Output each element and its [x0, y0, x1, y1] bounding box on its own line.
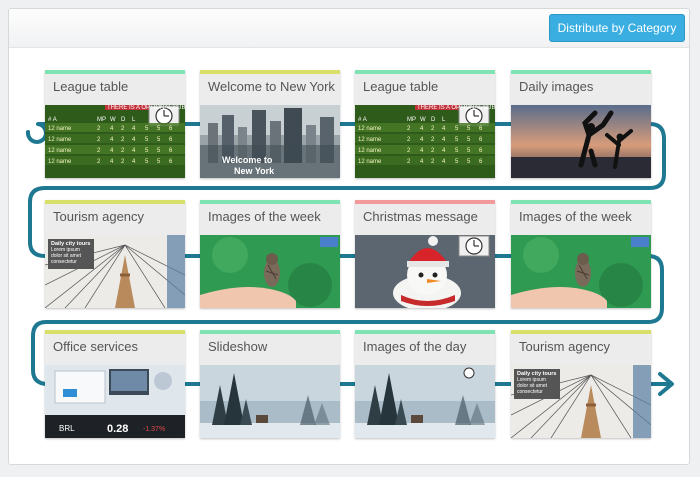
category-bar	[200, 200, 340, 204]
league-team-name: 12 name	[48, 126, 72, 132]
playlist-card[interactable]: League table # A MP W D L 12 name 2 4 2 4 5 5 6…	[45, 70, 185, 178]
playlist-card[interactable]: Slideshow	[200, 330, 340, 438]
svg-text:# A: # A	[358, 117, 367, 123]
card-title: Tourism agency	[519, 339, 611, 354]
thumbnail-forest	[355, 365, 495, 438]
thumbnail-bird	[200, 235, 340, 308]
league-team-name: 12 name	[358, 148, 382, 154]
thumbnail-forest	[200, 365, 340, 438]
svg-text:MP: MP	[407, 117, 416, 123]
card-title: Welcome to New York	[208, 79, 335, 94]
playlist-card[interactable]: Images of the week	[511, 200, 651, 308]
category-bar	[45, 70, 185, 74]
card-title: Images of the week	[208, 209, 321, 224]
thumbnail-bird	[511, 235, 651, 308]
league-banner: THERE IS A OPTIONAL SUBTITLE	[107, 105, 185, 111]
svg-text:MP: MP	[97, 117, 106, 123]
thumbnail-league-table: # A MP W D L 12 name 2 4 2 4 5 5 6 12 name 2 4 2 4 5 5…	[45, 105, 185, 178]
league-team-name: 12 name	[48, 159, 72, 165]
card-title: Images of the day	[363, 339, 467, 354]
thumbnail-bridge: Daily city tours Lorem ipsum dolor sit a…	[511, 365, 651, 438]
thumbnail-bridge: Daily city tours Lorem ipsum dolor sit a…	[45, 235, 185, 308]
category-bar	[355, 70, 495, 74]
playlist-card[interactable]: Images of the week	[200, 200, 340, 308]
category-bar	[200, 330, 340, 334]
card-title: Images of the week	[519, 209, 632, 224]
category-bar	[45, 200, 185, 204]
thumbnail-office: BRL 0.28 -1.37%	[45, 365, 185, 438]
category-bar	[511, 70, 651, 74]
playlist-card[interactable]: Images of the day	[355, 330, 495, 438]
category-bar	[355, 200, 495, 204]
card-title: Christmas message	[363, 209, 478, 224]
panel-header: Distribute by Category	[9, 9, 689, 48]
svg-text:D: D	[121, 117, 126, 123]
playlist-card[interactable]: Tourism agency Daily city tours Lorem ip…	[511, 330, 651, 438]
svg-text:D: D	[431, 117, 436, 123]
distribute-by-category-button[interactable]: Distribute by Category	[549, 14, 685, 42]
svg-text:BRL: BRL	[59, 424, 75, 433]
league-team-name: 12 name	[358, 159, 382, 165]
category-bar	[45, 330, 185, 334]
league-team-name: 12 name	[48, 148, 72, 154]
category-bar	[511, 200, 651, 204]
category-bar	[200, 70, 340, 74]
league-header: # A	[48, 117, 57, 123]
league-banner: THERE IS A OPTIONAL SUBTITLE	[417, 105, 495, 111]
thumbnail-sunset	[511, 105, 651, 178]
category-bar	[355, 330, 495, 334]
playlist-card[interactable]: Welcome to New York Welcome to New York	[200, 70, 340, 178]
card-title: League table	[363, 79, 439, 94]
card-title: Office services	[53, 339, 139, 354]
league-team-name: 12 name	[48, 137, 72, 143]
playlist-card[interactable]: Christmas message	[355, 200, 495, 308]
thumbnail-snowman	[355, 235, 495, 308]
playlist-card[interactable]: Office services BRL 0.28 -1.37%	[45, 330, 185, 438]
svg-text:W: W	[110, 117, 116, 123]
svg-text:W: W	[420, 117, 426, 123]
playlist-card[interactable]: League table # A MP W D L 12 name 2 4 2 4 5 5 6…	[355, 70, 495, 178]
card-title: Slideshow	[208, 339, 268, 354]
thumbnail-new-york: Welcome to New York	[200, 105, 340, 178]
league-team-name: 12 name	[358, 137, 382, 143]
thumbnail-league-table: # A MP W D L 12 name 2 4 2 4 5 5 6 12 name 2 4 2 4 5 5…	[355, 105, 495, 178]
svg-text:New York: New York	[234, 166, 275, 176]
playlist-card[interactable]: Tourism agency Daily city tours Lorem ip…	[45, 200, 185, 308]
svg-text:0.28: 0.28	[107, 423, 128, 435]
card-title: Daily images	[519, 79, 594, 94]
tourism-badge: Daily city tours Lorem ipsum dolor sit a…	[514, 369, 560, 399]
card-title: Tourism agency	[53, 209, 145, 224]
card-title: League table	[53, 79, 129, 94]
tourism-badge: Daily city tours Lorem ipsum dolor sit a…	[48, 239, 94, 269]
league-team-name: 12 name	[358, 126, 382, 132]
svg-text:Welcome to: Welcome to	[222, 155, 273, 165]
category-bar	[511, 330, 651, 334]
playlist-card[interactable]: Daily images	[511, 70, 651, 178]
svg-text:-1.37%: -1.37%	[143, 426, 165, 433]
